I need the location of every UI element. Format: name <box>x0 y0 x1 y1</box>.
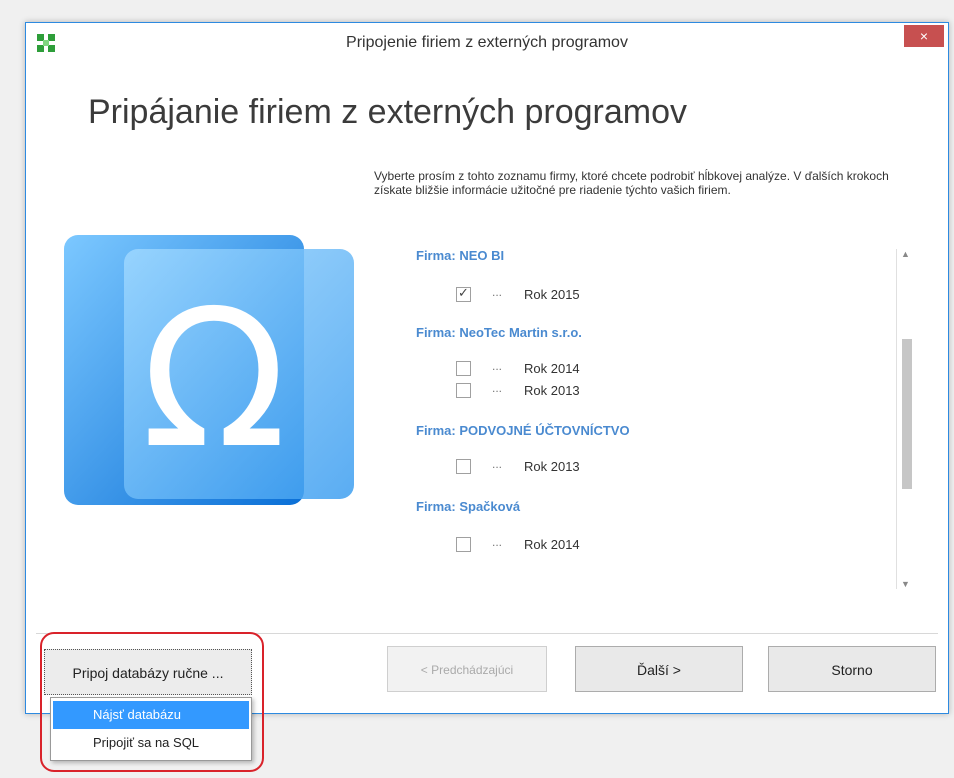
window-title: Pripojenie firiem z externých programov <box>346 34 628 51</box>
menu-item-find-database[interactable]: Nájsť databázu <box>53 701 249 729</box>
previous-button[interactable]: < Predchádzajúci <box>387 646 547 692</box>
firm-label: Firma: Spačková <box>416 499 521 514</box>
check-icon: ✓ <box>458 285 469 300</box>
year-label: Rok 2015 <box>524 287 580 302</box>
dots-label: ... <box>492 535 503 549</box>
intro-text: Vyberte prosím z tohto zoznamu firmy, kt… <box>374 169 889 197</box>
dots-label: ... <box>492 457 503 471</box>
title-bar: Pripojenie firiem z externých programov … <box>26 23 948 63</box>
scroll-thumb[interactable] <box>902 339 912 489</box>
year-label: Rok 2014 <box>524 537 580 552</box>
scroll-up-icon[interactable]: ▲ <box>901 249 910 259</box>
year-label: Rok 2014 <box>524 361 580 376</box>
connect-manually-button[interactable]: Pripoj databázy ručne ... <box>44 649 252 695</box>
year-label: Rok 2013 <box>524 383 580 398</box>
footer-divider <box>36 633 938 634</box>
firm-label: Firma: NeoTec Martin s.r.o. <box>416 325 582 340</box>
menu-item-connect-sql[interactable]: Pripojiť sa na SQL <box>53 729 249 757</box>
dots-label: ... <box>492 285 503 299</box>
scroll-track <box>896 249 897 589</box>
close-button[interactable]: × <box>904 25 944 47</box>
year-checkbox[interactable]: ✓ <box>456 285 471 302</box>
cancel-button[interactable]: Storno <box>768 646 936 692</box>
svg-text:Ω: Ω <box>141 269 286 490</box>
year-checkbox[interactable] <box>456 459 471 474</box>
firm-label: Firma: NEO BI <box>416 248 505 263</box>
year-checkbox[interactable] <box>456 537 471 552</box>
dots-label: ... <box>492 359 503 373</box>
next-button[interactable]: Ďalší > <box>575 646 743 692</box>
omega-logo-icon: Ω <box>64 235 354 505</box>
dots-label: ... <box>492 381 503 395</box>
scroll-down-icon[interactable]: ▼ <box>901 579 910 589</box>
year-checkbox[interactable] <box>456 361 471 376</box>
year-label: Rok 2013 <box>524 459 580 474</box>
year-checkbox[interactable] <box>456 383 471 398</box>
page-title: Pripájanie firiem z externých programov <box>88 93 688 131</box>
list-scrollbar[interactable]: ▲ ▼ <box>896 249 914 589</box>
dropdown-menu: Nájsť databázu Pripojiť sa na SQL <box>50 697 252 761</box>
dialog-window: Pripojenie firiem z externých programov … <box>25 22 949 714</box>
firm-label: Firma: PODVOJNÉ ÚČTOVNÍCTVO <box>416 423 630 438</box>
firm-list: Firma: NEO BI ✓ ... Rok 2015 Firma: NeoT… <box>406 241 906 591</box>
